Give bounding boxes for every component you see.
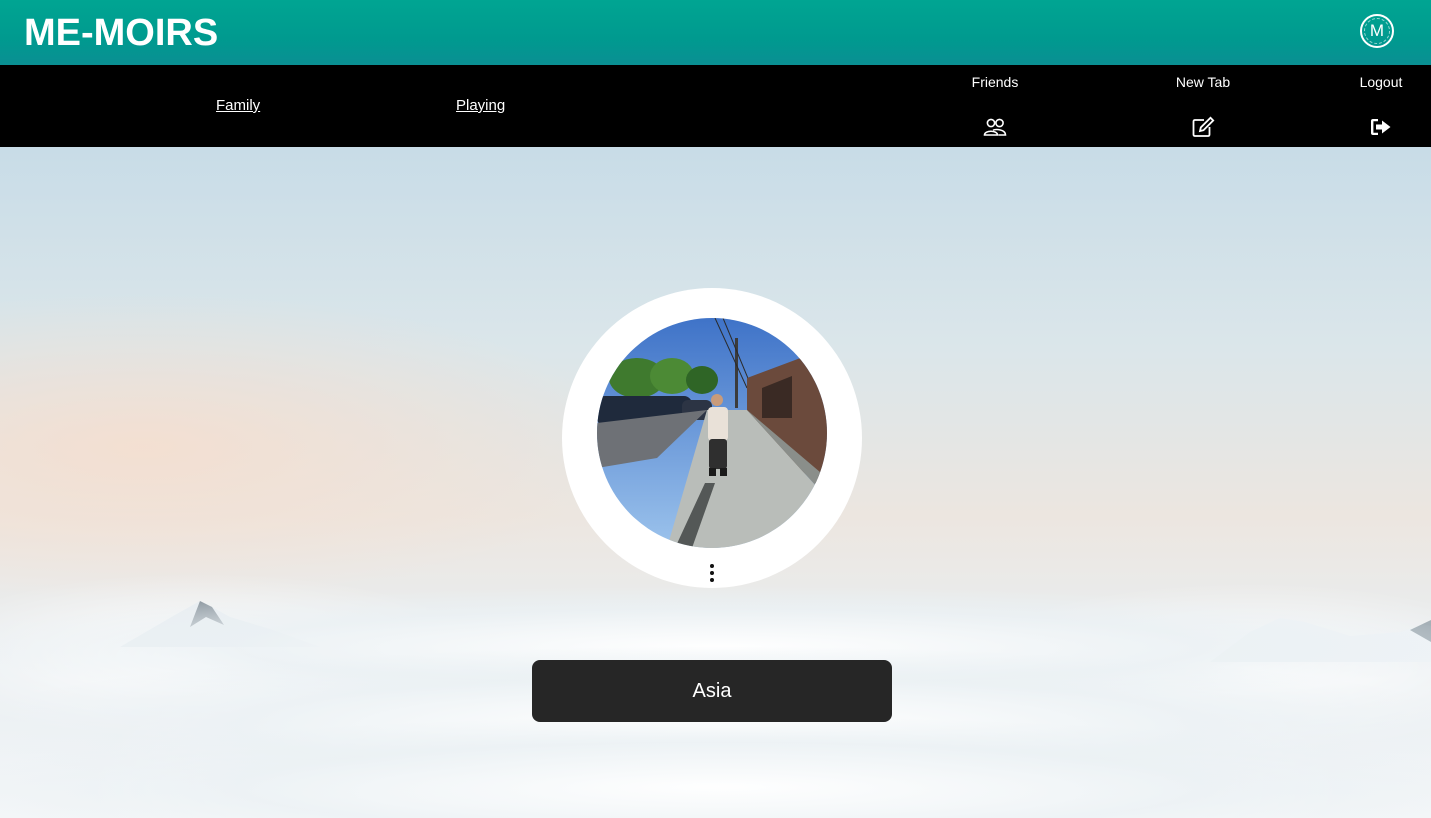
friends-label: Friends xyxy=(971,74,1019,90)
nav-new-tab-button[interactable]: New Tab xyxy=(1158,65,1248,147)
sign-out-icon xyxy=(1371,119,1391,135)
nav-friends-button[interactable]: Friends xyxy=(950,65,1040,147)
nav-link-family[interactable]: Family xyxy=(216,97,260,114)
profile-name-box: Asia xyxy=(532,660,892,722)
app-logo[interactable]: ME-MOIRS xyxy=(24,13,218,53)
profile-photo-image xyxy=(597,318,827,548)
profile-photo[interactable] xyxy=(597,318,827,548)
top-header: ME-MOIRS M xyxy=(0,0,1431,65)
avatar-ring xyxy=(1364,18,1390,44)
nav-link-playing[interactable]: Playing xyxy=(456,97,505,114)
nav-logout-button[interactable]: Logout xyxy=(1336,65,1426,147)
profile-menu-icon[interactable] xyxy=(702,562,722,584)
new-tab-label: New Tab xyxy=(1175,74,1231,90)
user-avatar-badge[interactable]: M xyxy=(1360,14,1394,48)
nav-bar: Family Playing Friends New Tab Logout xyxy=(0,65,1431,147)
logout-label: Logout xyxy=(1359,74,1403,90)
users-icon xyxy=(983,118,1007,136)
edit-icon xyxy=(1192,116,1215,137)
profile-name: Asia xyxy=(692,679,732,702)
